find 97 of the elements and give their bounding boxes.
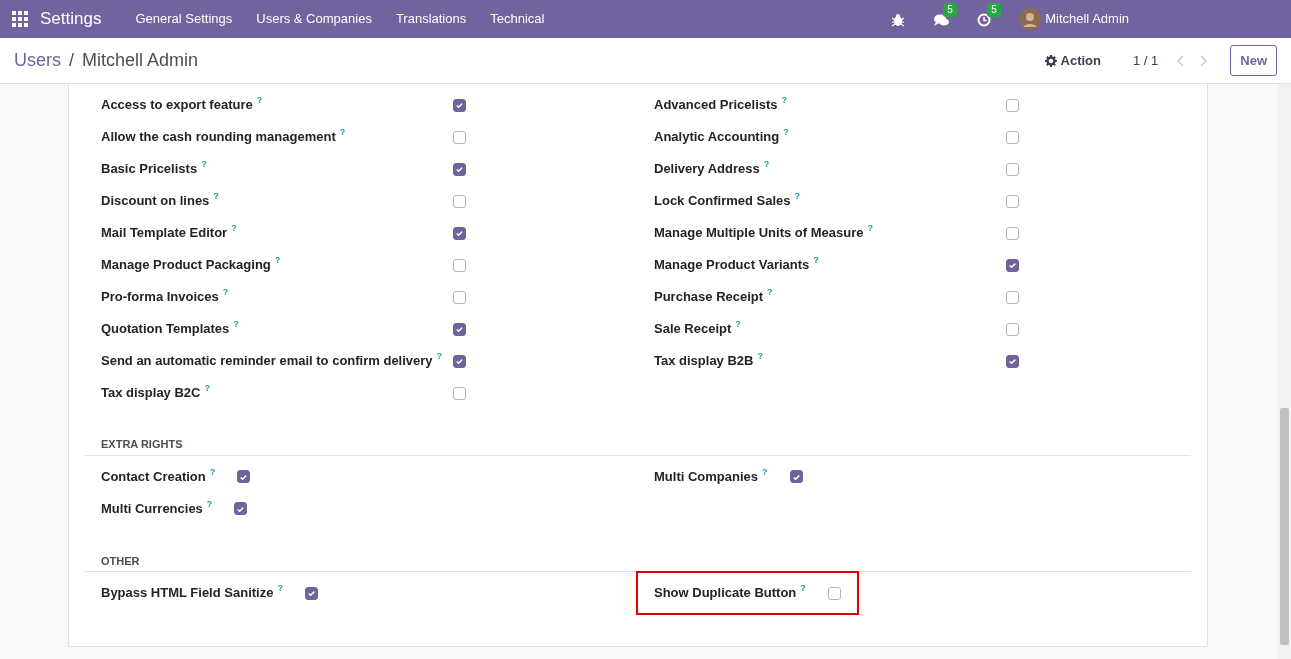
help-tooltip[interactable]: ?: [233, 319, 239, 330]
help-tooltip[interactable]: ?: [735, 319, 741, 330]
field-label: Pro-forma Invoices $^{?}$: [101, 287, 229, 307]
field-label: Basic Pricelists $^{?}$: [101, 159, 207, 179]
help-tooltip[interactable]: ?: [763, 159, 770, 170]
bug-icon[interactable]: [891, 12, 906, 27]
field-label: Mail Template Editor $^{?}$: [101, 223, 237, 243]
section-heading: EXTRA RIGHTS: [85, 436, 1191, 456]
help-tooltip[interactable]: ?: [204, 383, 210, 394]
app-title[interactable]: Settings: [40, 6, 102, 32]
checkbox[interactable]: [453, 322, 466, 336]
field-label: Discount on lines $^{?}$: [101, 191, 219, 211]
menu-item[interactable]: General Settings: [123, 9, 245, 29]
help-tooltip[interactable]: ?: [767, 287, 773, 298]
field-label: Tax display B2B $^{?}$: [654, 351, 763, 371]
field-label: Sale Receipt $^{?}$: [654, 319, 741, 339]
field-label: Quotation Templates $^{?}$: [101, 319, 239, 339]
field-label: Delivery Address $^{?}$: [654, 159, 770, 179]
help-tooltip[interactable]: ?: [209, 466, 216, 477]
checkbox[interactable]: [453, 290, 466, 304]
help-tooltip[interactable]: ?: [222, 287, 229, 298]
field-label: Allow the cash rounding management $^{?}$: [101, 127, 346, 147]
help-tooltip[interactable]: ?: [800, 583, 806, 594]
checkbox[interactable]: [453, 194, 466, 208]
action-menu[interactable]: Action: [1043, 49, 1102, 72]
help-tooltip[interactable]: ?: [757, 351, 763, 362]
checkbox[interactable]: [304, 586, 318, 600]
new-button[interactable]: New: [1230, 44, 1277, 77]
checkbox[interactable]: [1006, 290, 1019, 304]
checkbox[interactable]: [1006, 258, 1019, 272]
help-tooltip[interactable]: ?: [277, 583, 283, 594]
menu-item[interactable]: Translations: [383, 9, 479, 29]
checkbox[interactable]: [453, 258, 466, 272]
help-tooltip[interactable]: ?: [339, 127, 346, 138]
help-tooltip[interactable]: ?: [213, 191, 219, 202]
apps-menu-icon[interactable]: [12, 11, 28, 27]
field-label: Bypass HTML Field Sanitize $^{?}$: [101, 583, 283, 603]
field-label: Analytic Accounting $^{?}$: [654, 127, 789, 147]
field-label: Lock Confirmed Sales $^{?}$: [654, 191, 801, 211]
field-label: Purchase Receipt $^{?}$: [654, 287, 773, 307]
checkbox[interactable]: [237, 470, 251, 483]
checkbox[interactable]: [1006, 194, 1019, 208]
checkbox[interactable]: [1006, 226, 1019, 240]
field-label: Access to export feature $^{?}$: [101, 95, 263, 115]
help-tooltip[interactable]: ?: [274, 255, 281, 266]
menu-item[interactable]: Users & Companies: [244, 9, 384, 29]
breadcrumb-separator: /: [69, 49, 75, 72]
user-avatar[interactable]: [1019, 8, 1042, 30]
pager-value: 1 / 1: [1132, 51, 1159, 70]
help-tooltip[interactable]: ?: [201, 159, 207, 170]
checkbox[interactable]: [827, 586, 841, 600]
menu-item[interactable]: Technical: [478, 9, 557, 29]
checkbox[interactable]: [234, 502, 248, 515]
help-tooltip[interactable]: ?: [762, 466, 768, 477]
field-label: Tax display B2C $^{?}$: [101, 383, 210, 403]
section-heading: OTHER: [85, 552, 1191, 572]
checkbox[interactable]: [453, 354, 466, 368]
checkbox[interactable]: [453, 226, 466, 240]
field-label: Contact Creation $^{?}$: [101, 466, 216, 486]
checkbox[interactable]: [453, 98, 466, 112]
help-tooltip[interactable]: ?: [794, 191, 801, 202]
checkbox[interactable]: [1006, 130, 1019, 144]
checkbox[interactable]: [789, 470, 803, 483]
previous-icon[interactable]: [1176, 54, 1187, 67]
field-label: Multi Companies $^{?}$: [654, 466, 768, 486]
help-tooltip[interactable]: ?: [813, 255, 819, 266]
field-label: Advanced Pricelists $^{?}$: [654, 95, 788, 115]
field-label: Multi Currencies $^{?}$: [101, 498, 213, 518]
activity-count-badge: 5: [987, 3, 1001, 18]
help-tooltip[interactable]: ?: [436, 351, 443, 362]
checkbox[interactable]: [1006, 98, 1019, 112]
chat-icon[interactable]: [933, 12, 950, 27]
field-label: Manage Product Packaging $^{?}$: [101, 255, 281, 275]
checkbox[interactable]: [453, 386, 466, 400]
user-name[interactable]: Mitchell Admin: [1045, 9, 1129, 29]
help-tooltip[interactable]: ?: [783, 127, 789, 138]
field-label: Manage Product Variants $^{?}$: [654, 255, 819, 275]
checkbox[interactable]: [1006, 354, 1019, 368]
record-title: Mitchell Admin: [82, 49, 199, 72]
next-icon[interactable]: [1198, 54, 1209, 67]
help-tooltip[interactable]: ?: [256, 95, 263, 106]
breadcrumb-link[interactable]: Users: [14, 47, 61, 74]
help-tooltip[interactable]: ?: [206, 498, 213, 509]
checkbox[interactable]: [1006, 162, 1019, 176]
field-label: Manage Multiple Units of Measure $^{?}$: [654, 223, 873, 243]
help-tooltip[interactable]: ?: [781, 95, 788, 106]
scrollbar[interactable]: [1278, 84, 1291, 659]
message-count-badge: 5: [943, 3, 957, 18]
help-tooltip[interactable]: ?: [867, 223, 873, 234]
help-tooltip[interactable]: ?: [231, 223, 237, 234]
checkbox[interactable]: [1006, 322, 1019, 336]
field-label: Show Duplicate Button $^{?}$: [654, 583, 806, 603]
field-label: Send an automatic reminder email to confirm delivery $^{?}$: [101, 351, 443, 371]
checkbox[interactable]: [453, 162, 466, 176]
clock-icon[interactable]: [977, 12, 992, 27]
checkbox[interactable]: [453, 130, 466, 144]
gear-icon: [1044, 54, 1057, 67]
